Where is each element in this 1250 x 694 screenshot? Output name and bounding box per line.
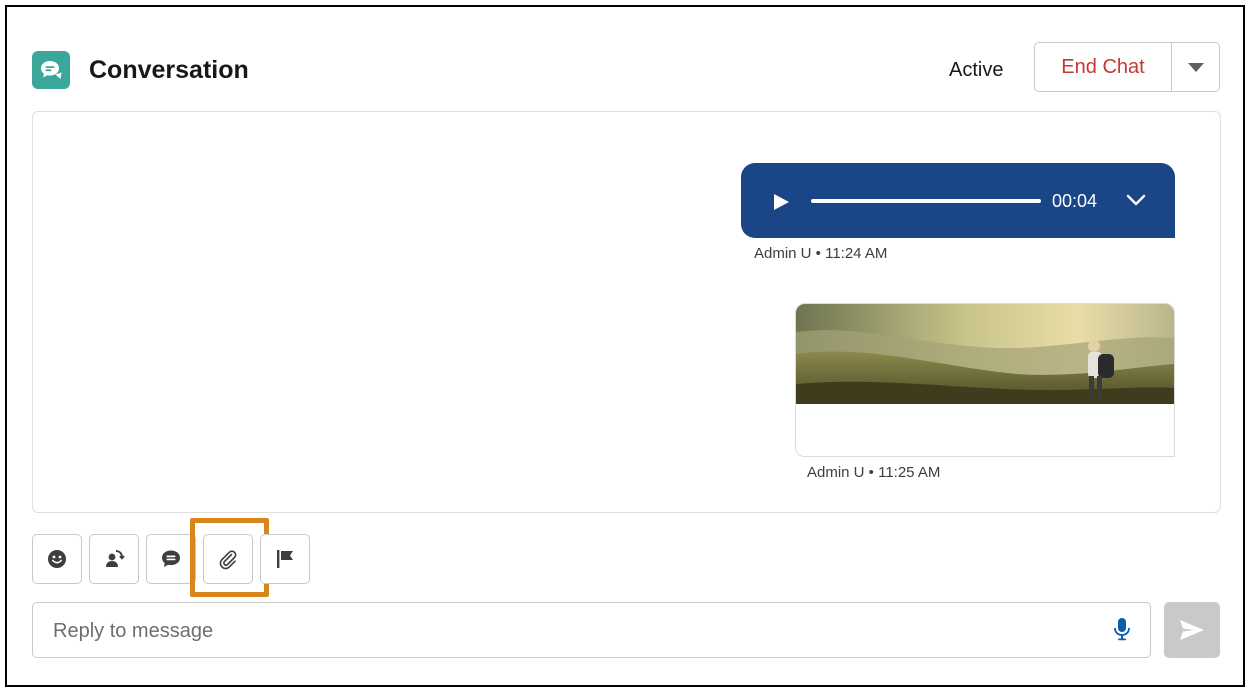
reply-composer [32, 602, 1151, 658]
end-chat-button-group: End Chat [1034, 42, 1220, 92]
audio-message: 00:04 [741, 163, 1175, 238]
flag-button[interactable] [260, 534, 310, 584]
image-message[interactable] [795, 303, 1175, 457]
conversation-panel: Conversation Active End Chat 00:04 Admin… [5, 5, 1245, 687]
transfer-button[interactable] [89, 534, 139, 584]
microphone-icon[interactable] [1113, 617, 1131, 641]
audio-duration: 00:04 [1052, 191, 1098, 211]
end-chat-button[interactable]: End Chat [1035, 43, 1172, 91]
chat-bubble-icon [32, 51, 70, 89]
quick-text-button[interactable] [146, 534, 196, 584]
speech-bubble-icon [162, 550, 180, 567]
message-meta: Admin U • 11:24 AM [754, 245, 888, 262]
play-icon[interactable] [772, 193, 790, 211]
chevron-down-icon[interactable] [1126, 193, 1146, 207]
smiley-icon [48, 550, 66, 568]
emoji-button[interactable] [32, 534, 82, 584]
photo-icon [796, 304, 1174, 404]
send-button[interactable] [1164, 602, 1220, 658]
audio-progress-track[interactable] [811, 199, 1041, 203]
chat-transcript[interactable]: 00:04 Admin U • 11:24 AM Admin U • 11:25… [32, 111, 1221, 513]
end-chat-menu-button[interactable] [1172, 43, 1219, 91]
flag-icon [277, 550, 293, 568]
attach-file-highlight [190, 518, 269, 597]
transfer-person-icon [106, 550, 125, 567]
caret-down-icon [1187, 62, 1204, 72]
message-meta: Admin U • 11:25 AM [807, 464, 941, 481]
reply-input[interactable] [51, 615, 1095, 647]
send-arrow-icon [1180, 620, 1204, 640]
chat-status: Active [949, 59, 1004, 81]
page-title: Conversation [89, 56, 249, 84]
